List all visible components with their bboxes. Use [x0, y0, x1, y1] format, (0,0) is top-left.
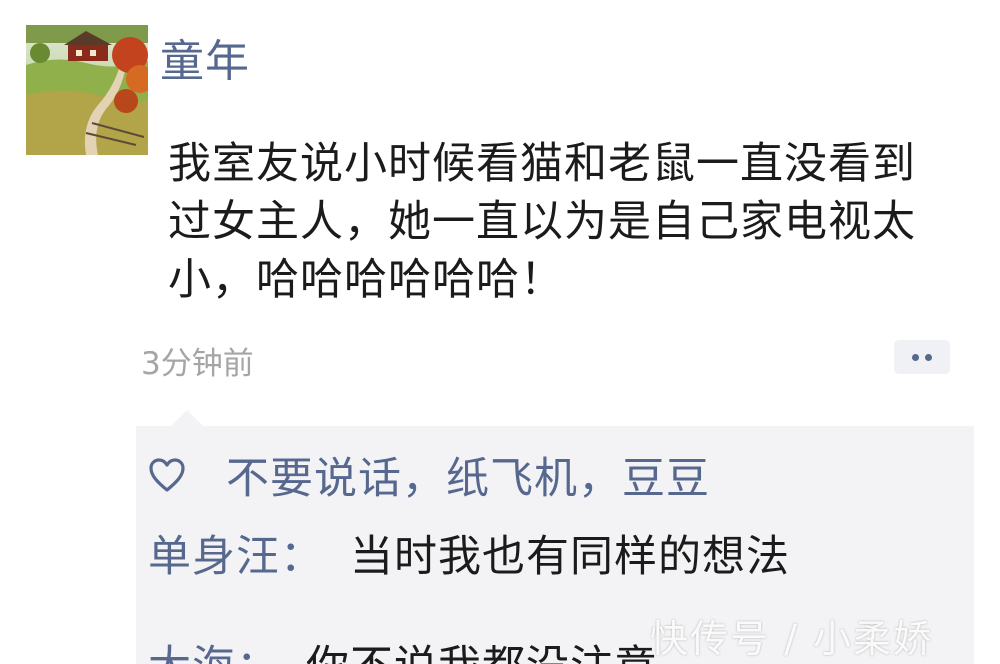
post-username[interactable]: 童年 — [160, 36, 250, 89]
comment-item[interactable]: 单身汪： 当时我也有同样的想法 — [148, 528, 790, 586]
user-avatar[interactable] — [26, 25, 148, 155]
moments-post: 童年 我室友说小时候看猫和老鼠一直没看到过女主人，她一直以为是自己家电视太小，哈… — [0, 0, 1000, 664]
comment-body: 你不说我都没注意 — [306, 642, 658, 664]
post-text: 我室友说小时候看猫和老鼠一直没看到过女主人，她一直以为是自己家电视太小，哈哈哈哈… — [168, 139, 916, 305]
comment-author[interactable]: 单身汪 — [148, 532, 280, 582]
more-dots-icon — [912, 353, 919, 361]
likes-names[interactable]: 不要说话，纸飞机，豆豆 — [226, 444, 710, 506]
post-timestamp: 3分钟前 — [141, 346, 254, 382]
farmhouse-landscape-avatar — [26, 25, 148, 155]
comment-separator: ： — [236, 642, 280, 664]
more-button[interactable] — [894, 340, 950, 374]
watermark: 快传号 / 小柔娇 — [650, 617, 933, 661]
heart-outline-icon — [149, 458, 185, 492]
comment-item[interactable]: 大海： 你不说我都没注意 — [148, 638, 658, 664]
comment-author[interactable]: 大海 — [148, 642, 236, 664]
comment-body: 当时我也有同样的想法 — [350, 532, 790, 582]
likes-row: 不要说话，纸飞机，豆豆 — [148, 448, 710, 504]
comment-separator: ： — [280, 532, 324, 582]
more-dots-icon — [925, 353, 932, 361]
comment-box-arrow — [170, 410, 204, 427]
